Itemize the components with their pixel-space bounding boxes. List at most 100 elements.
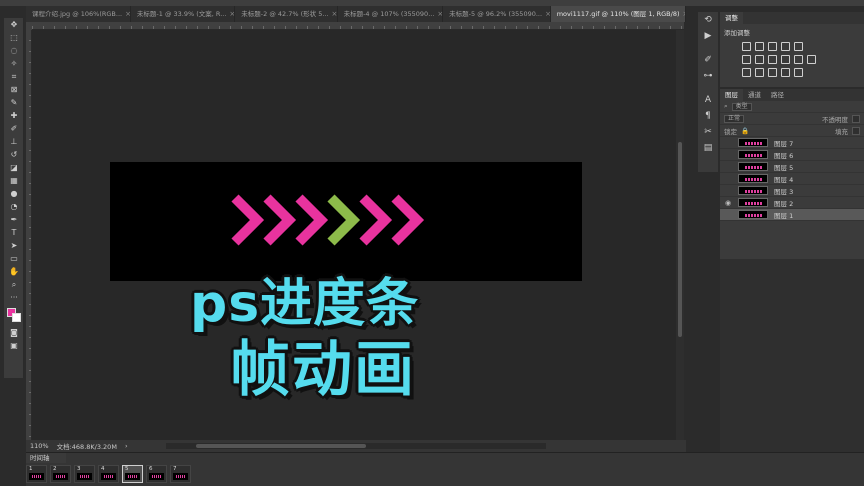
lock-icon[interactable]: 🔒 [741,127,749,135]
canvas-area[interactable]: ps进度条 帧动画 [32,30,684,440]
close-icon[interactable]: × [683,6,685,22]
progress-chevron [359,194,393,246]
layers-tab[interactable]: 路径 [766,89,789,101]
opacity-field[interactable] [852,114,860,123]
layer-name: 图层 3 [774,187,794,196]
more-tools-icon[interactable]: ··· [4,291,24,304]
layers-tab[interactable]: 通道 [743,89,766,101]
vibrance-icon[interactable] [794,42,803,51]
document-tab[interactable]: 未标题-5 @ 96.2% (355090... × [443,6,551,22]
timeline-frame[interactable]: 6 [146,465,167,483]
document-tab[interactable]: 课程介绍.jpg @ 106%(RGB... × [26,6,131,22]
pen-tool-icon[interactable]: ✒ [4,213,24,226]
gradient-tool-icon[interactable]: ▦ [4,174,24,187]
layers-tab[interactable]: 图层 [720,89,743,101]
timeline-frame[interactable]: 1 [26,465,47,483]
selective-color-icon[interactable] [794,68,803,77]
lasso-tool-icon[interactable]: ◌ [4,44,24,57]
paragraph-panel-icon[interactable]: ¶ [698,108,718,124]
brightness-icon[interactable] [742,42,751,51]
hue-saturation-icon[interactable] [742,55,751,64]
quick-mask-icon[interactable]: ◙ [4,326,24,339]
layer-filter-select[interactable]: 类型 [731,102,752,111]
levels-icon[interactable] [755,42,764,51]
vertical-scroll-thumb[interactable] [678,142,682,337]
tab-adjustments[interactable]: 调整 [720,12,743,24]
tools-panel-icon[interactable]: ✂ [698,124,718,140]
document-tab[interactable]: 未标题-4 @ 107% (355090... × [338,6,444,22]
exposure-icon[interactable] [781,42,790,51]
close-icon[interactable]: × [332,6,337,22]
channel-mixer-icon[interactable] [794,55,803,64]
path-selection-tool-icon[interactable]: ➤ [4,239,24,252]
frame-tool-icon[interactable]: ⊠ [4,83,24,96]
invert-icon[interactable] [742,68,751,77]
marquee-tool-icon[interactable]: ⬚ [4,31,24,44]
layer-row[interactable]: 图层 5 [720,161,864,173]
adjustments-dock-icon[interactable]: ⊶ [698,68,718,84]
healing-brush-tool-icon[interactable]: ✚ [4,109,24,122]
horizontal-scrollbar[interactable] [165,443,546,449]
document-tab[interactable]: 未标题-2 @ 42.7% (形状 5... × [235,6,338,22]
actions-panel-icon[interactable]: ▶ [698,28,718,44]
layer-row[interactable]: 图层 6 [720,149,864,161]
rectangle-tool-icon[interactable]: ▭ [4,252,24,265]
libraries-panel-icon[interactable]: ▤ [698,140,718,156]
brush-tool-icon[interactable]: ✐ [4,122,24,135]
posterize-icon[interactable] [755,68,764,77]
background-color-swatch[interactable] [12,313,21,322]
status-arrow-icon[interactable]: › [125,442,128,450]
eyedropper-tool-icon[interactable]: ✎ [4,96,24,109]
photo-filter-icon[interactable] [781,55,790,64]
timeline-frame[interactable]: 3 [74,465,95,483]
magic-wand-tool-icon[interactable]: ✧ [4,57,24,70]
toolbox: ✥ ⬚ ◌ ✧ ⌗ ⊠ ✎ ✚ ✐ ⊥ ↺ ◪ ▦ ● ◔ ✒ T ➤ ▭ ✋ … [4,18,24,378]
zoom-tool-icon[interactable]: ⌕ [4,278,24,291]
vertical-scrollbar[interactable] [676,30,684,440]
history-panel-icon[interactable]: ⟲ [698,12,718,28]
fill-label: 填充 [835,127,848,136]
timeline-frame[interactable]: 2 [50,465,71,483]
progress-chevron [295,194,329,246]
color-balance-icon[interactable] [755,55,764,64]
blur-tool-icon[interactable]: ● [4,187,24,200]
type-tool-icon[interactable]: T [4,226,24,239]
hand-tool-icon[interactable]: ✋ [4,265,24,278]
brush-panel-icon[interactable]: ✐ [698,52,718,68]
threshold-icon[interactable] [768,68,777,77]
lock-row: 锁定 🔒 填充 [720,125,864,137]
document-tab[interactable]: movi1117.gif @ 110% (图层 1, RGB/8)× [550,6,687,22]
move-tool-icon[interactable]: ✥ [4,18,24,31]
timeline-frame[interactable]: 4 [98,465,119,483]
color-swatches[interactable] [4,304,24,326]
blend-mode-select[interactable]: 正常 [724,114,745,123]
zoom-level[interactable]: 110% [30,442,49,450]
eraser-tool-icon[interactable]: ◪ [4,161,24,174]
dodge-tool-icon[interactable]: ◔ [4,200,24,213]
timeline-frame[interactable]: 5 [122,465,143,483]
timeline-frame[interactable]: 7 [170,465,191,483]
frame-thumbnail [173,473,188,480]
title-line-2: 帧动画 [230,335,416,405]
crop-tool-icon[interactable]: ⌗ [4,70,24,83]
doc-size[interactable]: 文档:468.8K/3.20M [57,441,117,451]
layer-row[interactable]: ◉ 图层 2 [720,197,864,209]
layer-row[interactable]: 图层 1 [720,209,864,221]
horizontal-scroll-thumb[interactable] [195,444,366,448]
layer-row[interactable]: 图层 4 [720,173,864,185]
character-panel-icon[interactable]: A [698,92,718,108]
curves-icon[interactable] [768,42,777,51]
black-white-icon[interactable] [768,55,777,64]
timeline-title[interactable]: 时间轴 [26,453,66,463]
visibility-eye-icon[interactable]: ◉ [722,199,734,207]
document-tab[interactable]: 未标题-1 @ 33.9% (文案, R... × [131,6,236,22]
screen-mode-icon[interactable]: ▣ [4,339,24,352]
fill-field[interactable] [852,126,860,135]
stamp-tool-icon[interactable]: ⊥ [4,135,24,148]
gradient-map-icon[interactable] [781,68,790,77]
history-brush-tool-icon[interactable]: ↺ [4,148,24,161]
layer-row[interactable]: 图层 3 [720,185,864,197]
layer-row[interactable]: 图层 7 [720,137,864,149]
color-lookup-icon[interactable] [807,55,816,64]
progress-arrows [231,194,425,246]
